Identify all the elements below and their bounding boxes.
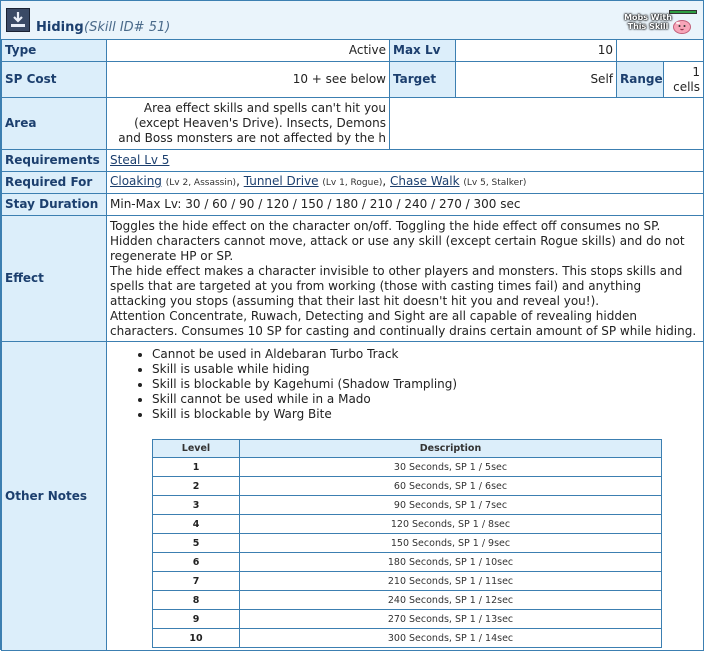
hiding-skill-icon [6,8,30,32]
chase-walk-note: (Lv 5, Stalker) [463,178,527,188]
area-value: Area effect skills and spells can't hit … [106,97,390,150]
notes-list: Cannot be used in Aldebaran Turbo Track … [110,347,700,422]
stay-duration-label: Stay Duration [1,193,107,216]
title-bar: Hiding (Skill ID# 51) Mobs With This Ski… [1,1,703,40]
table-row: 9 270 Seconds, SP 1 / 13sec [152,609,662,629]
table-row: 6 180 Seconds, SP 1 / 10sec [152,552,662,572]
type-label: Type [1,39,107,62]
empty-cell [616,39,704,62]
table-row: 5 150 Seconds, SP 1 / 9sec [152,533,662,553]
type-value: Active [106,39,390,62]
effect-label: Effect [1,215,107,342]
effect-value: Toggles the hide effect on the character… [106,215,704,342]
table-row: 2 60 Seconds, SP 1 / 6sec [152,476,662,496]
cloaking-link[interactable]: Cloaking [110,174,162,188]
max-lv-value: 10 [455,39,617,62]
range-label: Range [616,61,664,98]
table-row: 8 240 Seconds, SP 1 / 12sec [152,590,662,610]
level-table: Level Description 1 30 Seconds, SP 1 / 5s… [152,439,662,648]
table-row: 7 210 Seconds, SP 1 / 11sec [152,571,662,591]
required-for-label: Required For [1,171,107,194]
cloaking-note: (Lv 2, Assassin) [165,178,237,188]
skill-id: (Skill ID# 51) [84,20,171,35]
target-label: Target [389,61,456,98]
mobs-button-label: Mobs With This Skill [624,13,672,31]
sp-cost-value: 10 + see below [106,61,390,98]
skill-panel: Hiding (Skill ID# 51) Mobs With This Ski… [0,0,704,651]
area-empty-cell [389,97,704,150]
requirements-label: Requirements [1,149,107,172]
sp-cost-label: SP Cost [1,61,107,98]
steal-skill-link[interactable]: Steal Lv 5 [110,153,169,167]
target-value: Self [455,61,617,98]
list-item: Skill cannot be used while in a Mado [152,392,700,407]
list-item: Cannot be used in Aldebaran Turbo Track [152,347,700,362]
tunnel-drive-note: (Lv 1, Rogue) [322,178,383,188]
level-column-header: Level [152,439,240,458]
description-column-header: Description [239,439,662,458]
other-notes-value: Cannot be used in Aldebaran Turbo Track … [106,341,704,651]
list-item: Skill is blockable by Kagehumi (Shadow T… [152,377,700,392]
table-row: 1 30 Seconds, SP 1 / 5sec [152,457,662,477]
list-item: Skill is usable while hiding [152,362,700,377]
other-notes-label: Other Notes [1,341,107,651]
mobs-with-this-skill-button[interactable]: Mobs With This Skill [618,8,698,36]
skill-title: Hiding [36,20,84,35]
table-row: 3 90 Seconds, SP 1 / 7sec [152,495,662,515]
required-for-value: Cloaking (Lv 2, Assassin), Tunnel Drive … [106,171,704,194]
table-row: 4 120 Seconds, SP 1 / 8sec [152,514,662,534]
list-item: Skill is blockable by Warg Bite [152,407,700,422]
requirements-value: Steal Lv 5 [106,149,704,172]
area-label: Area [1,97,107,150]
stay-duration-value: Min-Max Lv: 30 / 60 / 90 / 120 / 150 / 1… [106,193,704,216]
table-row: 10 300 Seconds, SP 1 / 14sec [152,628,662,648]
chase-walk-link[interactable]: Chase Walk [390,174,460,188]
max-lv-label: Max Lv [389,39,456,62]
poring-icon [673,20,691,34]
skill-info-table: Type Active Max Lv 10 SP Cost 10 + see b… [1,39,704,651]
tunnel-drive-link[interactable]: Tunnel Drive [244,174,319,188]
range-value: 1 cells [663,61,704,98]
